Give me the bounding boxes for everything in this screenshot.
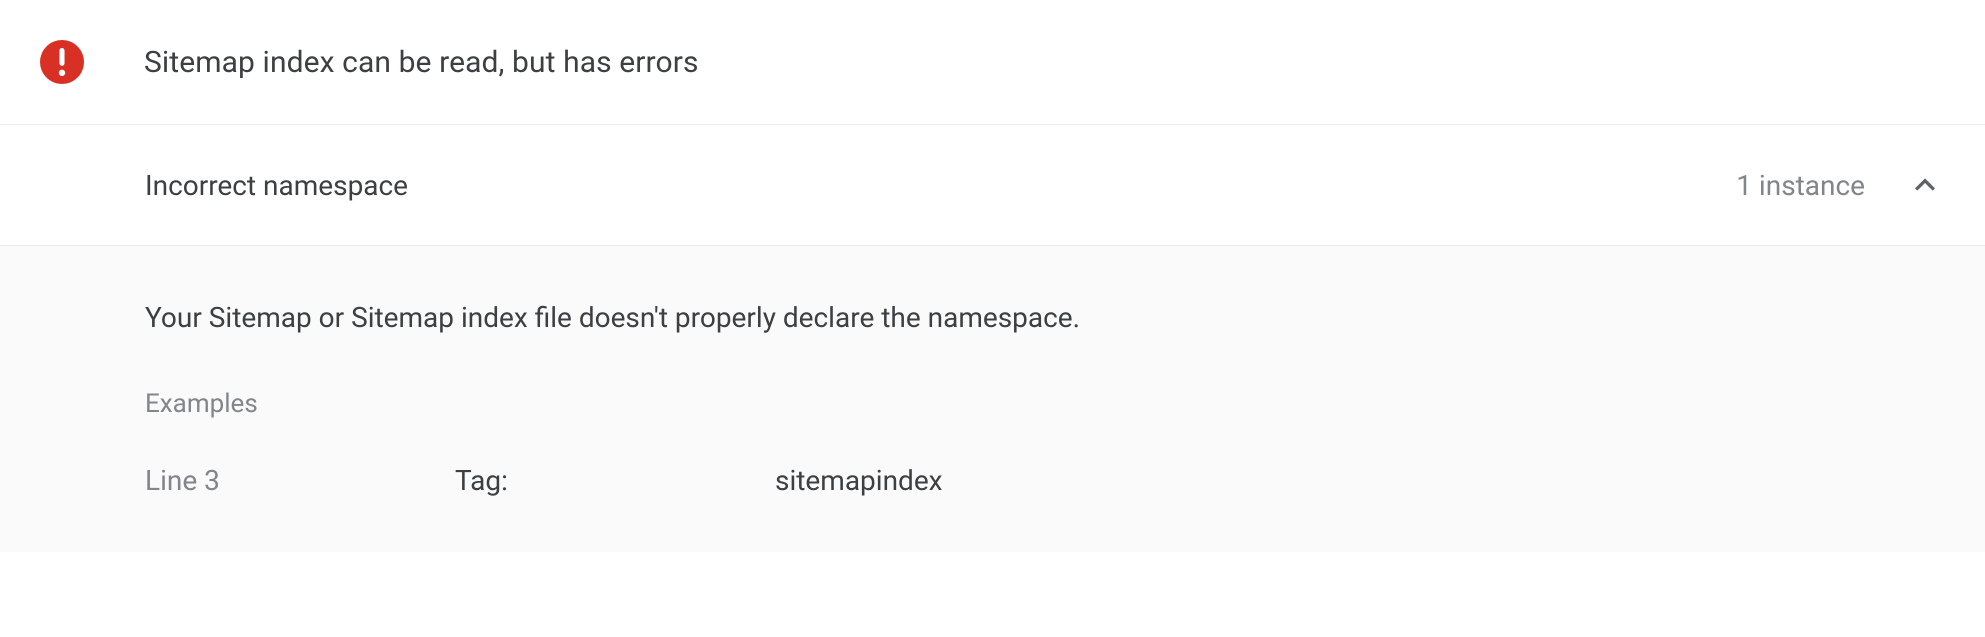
- status-row: Sitemap index can be read, but has error…: [0, 0, 1985, 125]
- error-description: Your Sitemap or Sitemap index file doesn…: [145, 301, 1945, 334]
- examples-label: Examples: [145, 389, 1945, 419]
- instance-count: 1 instance: [1736, 169, 1865, 202]
- example-line-label: Line 3: [145, 464, 455, 497]
- status-message: Sitemap index can be read, but has error…: [144, 45, 699, 80]
- error-details-panel: Your Sitemap or Sitemap index file doesn…: [0, 246, 1985, 552]
- example-tag-value: sitemapindex: [775, 464, 943, 497]
- error-icon: [40, 40, 84, 84]
- error-accordion-header[interactable]: Incorrect namespace 1 instance: [0, 125, 1985, 246]
- error-title: Incorrect namespace: [145, 169, 1736, 202]
- chevron-up-icon: [1905, 165, 1945, 205]
- example-tag-label: Tag:: [455, 464, 775, 497]
- example-row: Line 3 Tag: sitemapindex: [145, 464, 1945, 497]
